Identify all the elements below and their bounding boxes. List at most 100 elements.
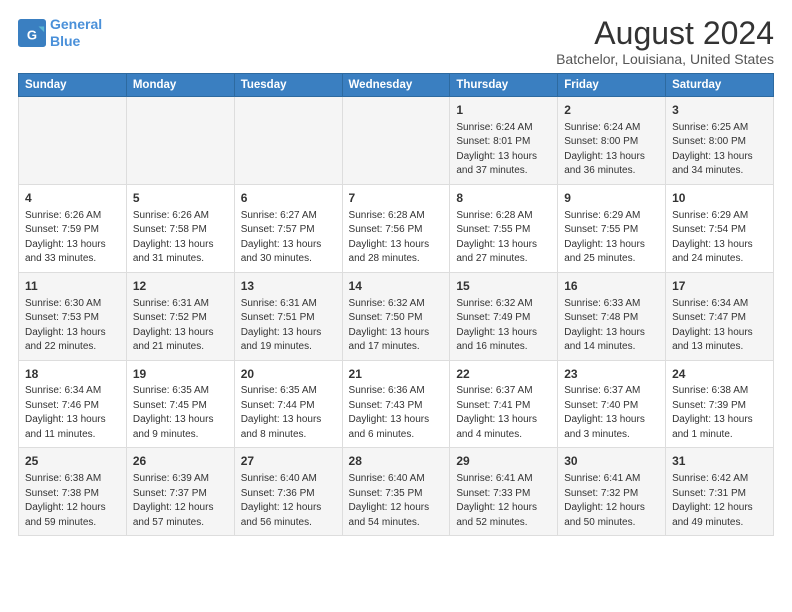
- calendar-cell: 30 Sunrise: 6:41 AM Sunset: 7:32 PM Dayli…: [558, 448, 666, 536]
- calendar-header-monday: Monday: [126, 74, 234, 97]
- calendar-cell: 13 Sunrise: 6:31 AM Sunset: 7:51 PM Dayli…: [234, 272, 342, 360]
- day-number: 17: [672, 278, 767, 295]
- day-info: Sunrise: 6:32 AM Sunset: 7:49 PM Dayligh…: [456, 297, 551, 355]
- calendar-cell: [234, 97, 342, 185]
- calendar-cell: 29Sunrise: 6:41 AM Sunset: 7:33 PM Dayli…: [450, 448, 558, 536]
- calendar-header-friday: Friday: [558, 74, 666, 97]
- svg-text:G: G: [27, 27, 37, 42]
- calendar-cell: 21Sunrise: 6:36 AM Sunset: 7:43 PM Dayli…: [342, 360, 450, 448]
- calendar-cell: 16 Sunrise: 6:33 AM Sunset: 7:48 PM Dayli…: [558, 272, 666, 360]
- logo-line2: Blue: [50, 33, 80, 49]
- day-info: Sunrise: 6:41 AM Sunset: 7:32 PM Dayligh…: [564, 472, 659, 530]
- calendar-cell: 9 Sunrise: 6:29 AM Sunset: 7:55 PM Daylig…: [558, 184, 666, 272]
- day-info: Sunrise: 6:37 AM Sunset: 7:41 PM Dayligh…: [456, 384, 551, 442]
- day-number: 11: [25, 278, 120, 295]
- day-info: Sunrise: 6:35 AM Sunset: 7:44 PM Dayligh…: [241, 384, 336, 442]
- calendar-cell: 6Sunrise: 6:27 AM Sunset: 7:57 PM Daylig…: [234, 184, 342, 272]
- day-number: 16: [564, 278, 659, 295]
- calendar-cell: 28 Sunrise: 6:40 AM Sunset: 7:35 PM Dayli…: [342, 448, 450, 536]
- day-number: 30: [564, 453, 659, 470]
- day-number: 13: [241, 278, 336, 295]
- day-info: Sunrise: 6:32 AM Sunset: 7:50 PM Dayligh…: [349, 297, 444, 355]
- calendar-header-tuesday: Tuesday: [234, 74, 342, 97]
- day-info: Sunrise: 6:33 AM Sunset: 7:48 PM Dayligh…: [564, 297, 659, 355]
- logo: G General Blue: [18, 16, 102, 50]
- day-number: 15: [456, 278, 551, 295]
- calendar-table: SundayMondayTuesdayWednesdayThursdayFrid…: [18, 73, 774, 536]
- calendar-cell: [342, 97, 450, 185]
- day-info: Sunrise: 6:26 AM Sunset: 7:58 PM Dayligh…: [133, 209, 228, 267]
- day-number: 22: [456, 366, 551, 383]
- calendar-cell: 11 Sunrise: 6:30 AM Sunset: 7:53 PM Dayli…: [19, 272, 127, 360]
- logo-line1: General: [50, 16, 102, 32]
- day-number: 1: [456, 102, 551, 119]
- day-info: Sunrise: 6:30 AM Sunset: 7:53 PM Dayligh…: [25, 297, 120, 355]
- day-number: 24: [672, 366, 767, 383]
- day-info: Sunrise: 6:34 AM Sunset: 7:47 PM Dayligh…: [672, 297, 767, 355]
- day-number: 28: [349, 453, 444, 470]
- calendar-week-2: 4Sunrise: 6:26 AM Sunset: 7:59 PM Daylig…: [19, 184, 774, 272]
- calendar-cell: 22Sunrise: 6:37 AM Sunset: 7:41 PM Dayli…: [450, 360, 558, 448]
- day-number: 25: [25, 453, 120, 470]
- day-info: Sunrise: 6:38 AM Sunset: 7:39 PM Dayligh…: [672, 384, 767, 442]
- day-number: 27: [241, 453, 336, 470]
- calendar-cell: 25 Sunrise: 6:38 AM Sunset: 7:38 PM Dayli…: [19, 448, 127, 536]
- day-info: Sunrise: 6:35 AM Sunset: 7:45 PM Dayligh…: [133, 384, 228, 442]
- calendar-cell: 19Sunrise: 6:35 AM Sunset: 7:45 PM Dayli…: [126, 360, 234, 448]
- calendar-cell: 23Sunrise: 6:37 AM Sunset: 7:40 PM Dayli…: [558, 360, 666, 448]
- calendar-cell: [126, 97, 234, 185]
- calendar-cell: 8Sunrise: 6:28 AM Sunset: 7:55 PM Daylig…: [450, 184, 558, 272]
- day-number: 10: [672, 190, 767, 207]
- calendar-cell: 26 Sunrise: 6:39 AM Sunset: 7:37 PM Dayli…: [126, 448, 234, 536]
- calendar-cell: 20Sunrise: 6:35 AM Sunset: 7:44 PM Dayli…: [234, 360, 342, 448]
- calendar-week-1: 1 Sunrise: 6:24 AM Sunset: 8:01 PM Daylig…: [19, 97, 774, 185]
- calendar-cell: 24Sunrise: 6:38 AM Sunset: 7:39 PM Dayli…: [666, 360, 774, 448]
- day-info: Sunrise: 6:34 AM Sunset: 7:46 PM Dayligh…: [25, 384, 120, 442]
- day-number: 12: [133, 278, 228, 295]
- day-info: Sunrise: 6:42 AM Sunset: 7:31 PM Dayligh…: [672, 472, 767, 530]
- calendar-header-sunday: Sunday: [19, 74, 127, 97]
- title-block: August 2024 Batchelor, Louisiana, United…: [556, 16, 774, 67]
- day-info: Sunrise: 6:24 AM Sunset: 8:00 PM Dayligh…: [564, 121, 659, 179]
- page-header: G General Blue August 2024 Batchelor, Lo…: [18, 16, 774, 67]
- calendar-week-5: 25 Sunrise: 6:38 AM Sunset: 7:38 PM Dayli…: [19, 448, 774, 536]
- calendar-cell: 7Sunrise: 6:28 AM Sunset: 7:56 PM Daylig…: [342, 184, 450, 272]
- day-info: Sunrise: 6:40 AM Sunset: 7:35 PM Dayligh…: [349, 472, 444, 530]
- day-number: 14: [349, 278, 444, 295]
- day-info: Sunrise: 6:38 AM Sunset: 7:38 PM Dayligh…: [25, 472, 120, 530]
- day-info: Sunrise: 6:41 AM Sunset: 7:33 PM Dayligh…: [456, 472, 551, 530]
- day-info: Sunrise: 6:31 AM Sunset: 7:52 PM Dayligh…: [133, 297, 228, 355]
- day-info: Sunrise: 6:29 AM Sunset: 7:54 PM Dayligh…: [672, 209, 767, 267]
- day-info: Sunrise: 6:40 AM Sunset: 7:36 PM Dayligh…: [241, 472, 336, 530]
- day-info: Sunrise: 6:25 AM Sunset: 8:00 PM Dayligh…: [672, 121, 767, 179]
- day-info: Sunrise: 6:31 AM Sunset: 7:51 PM Dayligh…: [241, 297, 336, 355]
- day-info: Sunrise: 6:26 AM Sunset: 7:59 PM Dayligh…: [25, 209, 120, 267]
- day-info: Sunrise: 6:39 AM Sunset: 7:37 PM Dayligh…: [133, 472, 228, 530]
- calendar-cell: 18Sunrise: 6:34 AM Sunset: 7:46 PM Dayli…: [19, 360, 127, 448]
- day-info: Sunrise: 6:29 AM Sunset: 7:55 PM Dayligh…: [564, 209, 659, 267]
- day-info: Sunrise: 6:24 AM Sunset: 8:01 PM Dayligh…: [456, 121, 551, 179]
- day-info: Sunrise: 6:37 AM Sunset: 7:40 PM Dayligh…: [564, 384, 659, 442]
- calendar-cell: 14 Sunrise: 6:32 AM Sunset: 7:50 PM Dayli…: [342, 272, 450, 360]
- calendar-week-3: 11 Sunrise: 6:30 AM Sunset: 7:53 PM Dayli…: [19, 272, 774, 360]
- calendar-cell: 1 Sunrise: 6:24 AM Sunset: 8:01 PM Daylig…: [450, 97, 558, 185]
- calendar-cell: 4Sunrise: 6:26 AM Sunset: 7:59 PM Daylig…: [19, 184, 127, 272]
- page-title: August 2024: [556, 16, 774, 51]
- calendar-cell: [19, 97, 127, 185]
- day-number: 9: [564, 190, 659, 207]
- calendar-week-4: 18Sunrise: 6:34 AM Sunset: 7:46 PM Dayli…: [19, 360, 774, 448]
- logo-icon: G: [18, 19, 46, 47]
- calendar-cell: 10 Sunrise: 6:29 AM Sunset: 7:54 PM Dayli…: [666, 184, 774, 272]
- day-number: 2: [564, 102, 659, 119]
- day-number: 5: [133, 190, 228, 207]
- day-number: 31: [672, 453, 767, 470]
- day-number: 21: [349, 366, 444, 383]
- day-number: 8: [456, 190, 551, 207]
- calendar-cell: 12 Sunrise: 6:31 AM Sunset: 7:52 PM Dayli…: [126, 272, 234, 360]
- calendar-cell: 3Sunrise: 6:25 AM Sunset: 8:00 PM Daylig…: [666, 97, 774, 185]
- calendar-header-row: SundayMondayTuesdayWednesdayThursdayFrid…: [19, 74, 774, 97]
- day-number: 26: [133, 453, 228, 470]
- calendar-cell: 2 Sunrise: 6:24 AM Sunset: 8:00 PM Daylig…: [558, 97, 666, 185]
- calendar-header-wednesday: Wednesday: [342, 74, 450, 97]
- day-number: 6: [241, 190, 336, 207]
